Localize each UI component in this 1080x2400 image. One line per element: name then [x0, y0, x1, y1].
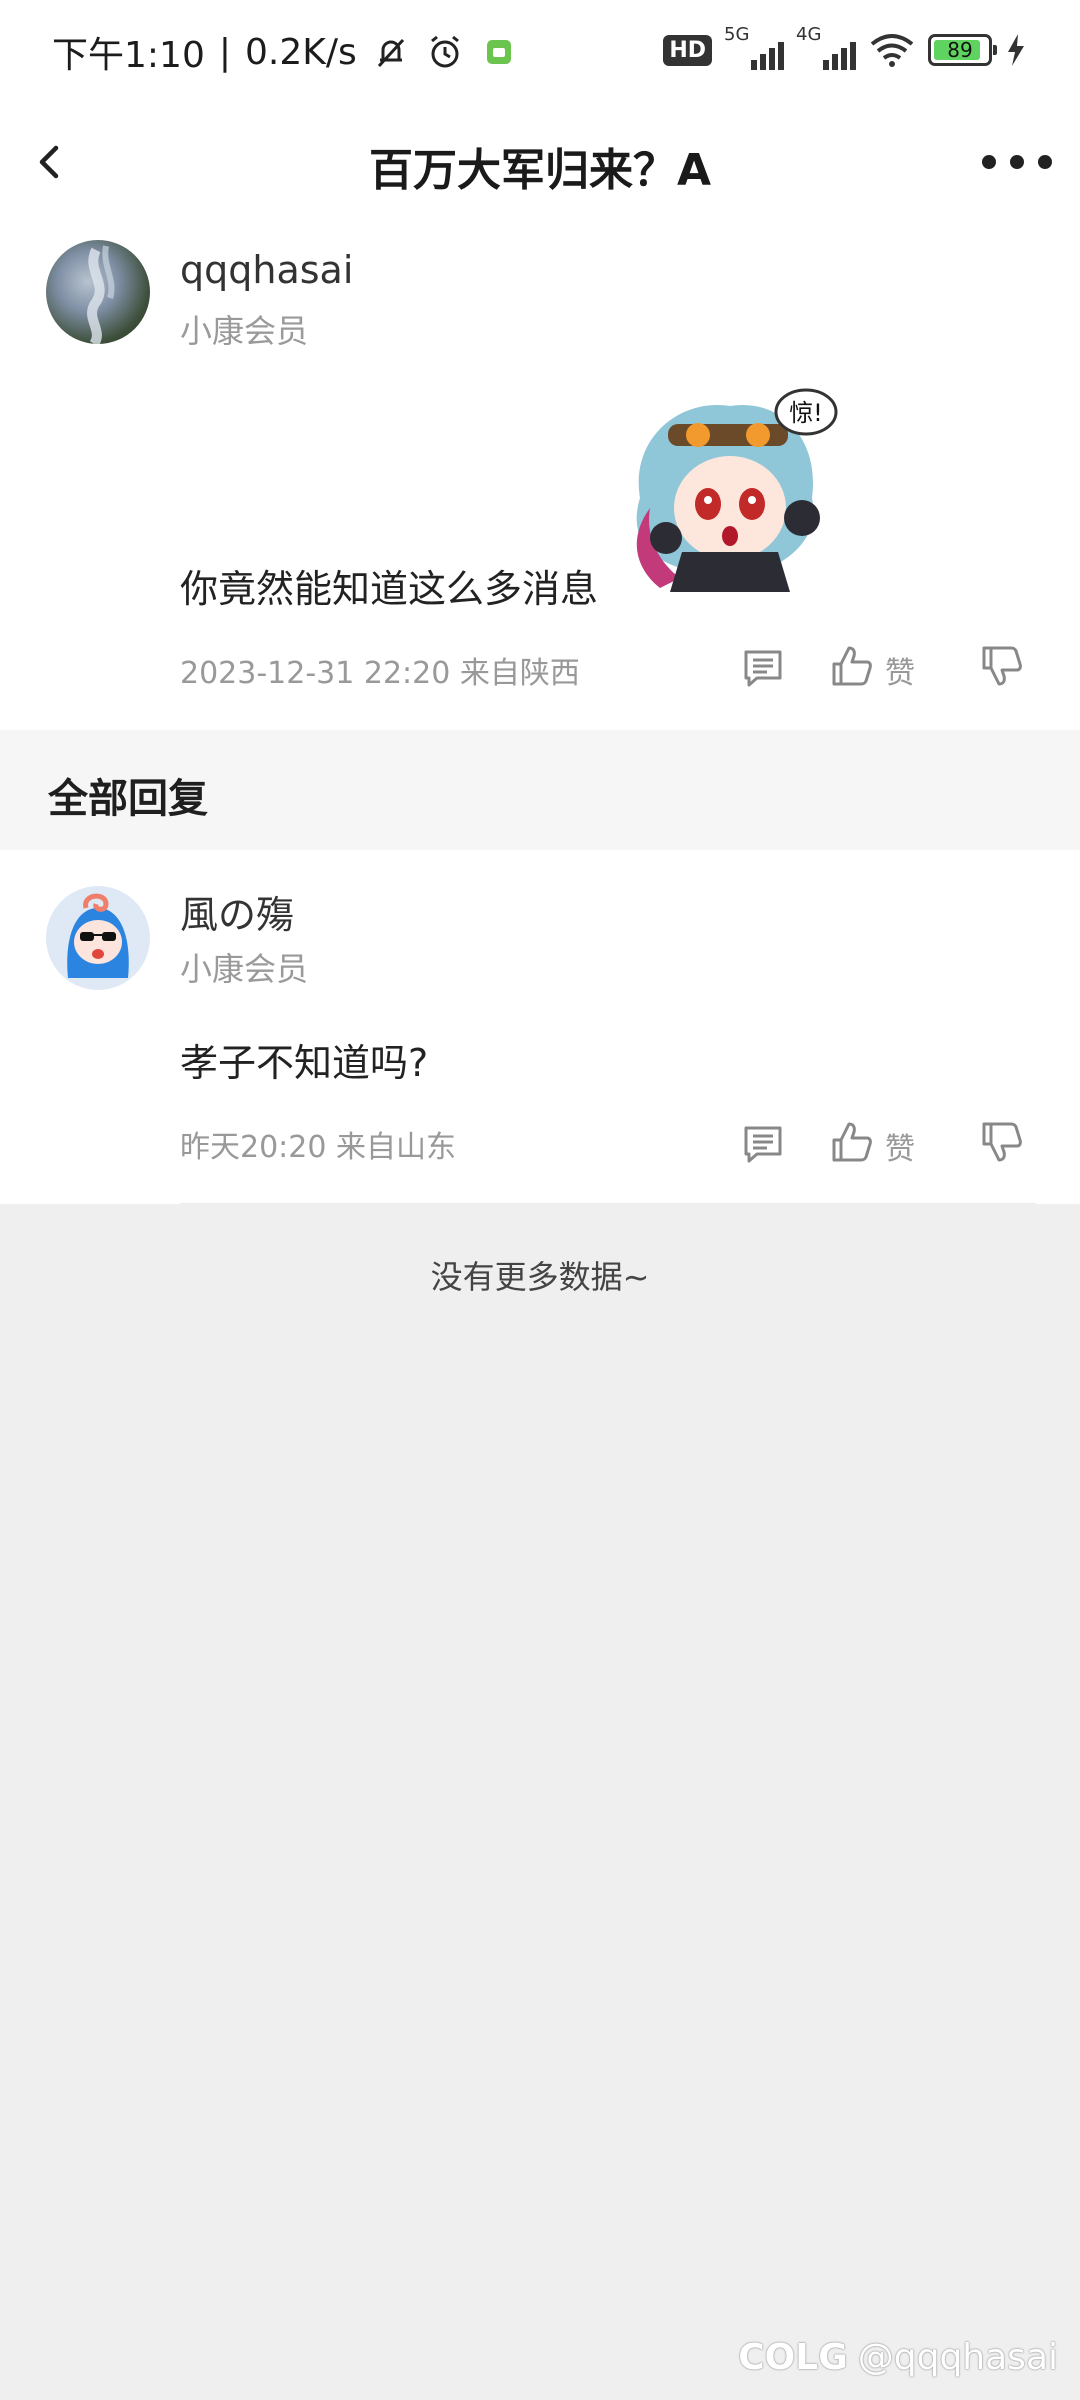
avatar[interactable] — [46, 240, 150, 344]
reply-username[interactable]: 風の殤 — [180, 884, 294, 939]
signal-5g-icon: 5G — [724, 24, 784, 70]
status-right: HD 5G 4G 89 — [663, 24, 1028, 70]
reply-user-level: 小康会员 — [180, 950, 309, 988]
net-5g-label: 5G — [724, 24, 750, 45]
like-label[interactable]: 赞 — [885, 648, 915, 692]
hd-badge: HD — [663, 34, 712, 66]
watermark-handle: @qqqhasai — [857, 2337, 1058, 2378]
watermark-logo: COLG — [738, 2337, 848, 2378]
divider — [180, 1203, 1036, 1204]
avatar-image — [87, 245, 115, 344]
alarm-icon — [430, 35, 459, 68]
reply-meta: 昨天20:20 来自山东 — [180, 1130, 456, 1165]
replies-section-header: 全部回复 — [0, 730, 1080, 850]
wifi-icon — [870, 34, 914, 67]
battery-percent: 89 — [947, 38, 973, 62]
status-bar: 下午1:10 | 0.2K/s HD 5G 4G 89 — [0, 0, 1080, 104]
status-left: 下午1:10 | 0.2K/s — [52, 26, 519, 78]
comment-icon[interactable] — [741, 646, 785, 690]
post-user-level: 小康会员 — [180, 312, 309, 350]
post-meta: 2023-12-31 22:20 来自陕西 — [180, 656, 580, 691]
post-username[interactable]: qqqhasai — [180, 248, 353, 292]
comment-icon[interactable] — [741, 1122, 785, 1166]
watermark: COLG @qqqhasai — [738, 2337, 1058, 2378]
status-speed: 0.2K/s — [244, 31, 357, 73]
thumb-down-icon[interactable] — [980, 644, 1024, 688]
status-divider: | — [218, 31, 231, 73]
net-4g-label: 4G — [796, 24, 822, 45]
top-nav-bar: 百万大军归来？A — [0, 104, 1080, 220]
more-dots-icon[interactable] — [982, 142, 1052, 182]
app-notification-icon — [486, 40, 511, 64]
post-content: 你竟然能知道这么多消息 — [180, 567, 599, 611]
replies-title: 全部回复 — [48, 776, 208, 822]
no-more-data: 没有更多数据~ — [430, 1258, 650, 1296]
thumb-up-icon[interactable] — [830, 1120, 874, 1164]
sticker-text: 惊! — [789, 399, 823, 427]
like-label[interactable]: 赞 — [885, 1124, 915, 1168]
post-card: qqqhasai 小康会员 你竟然能知道这么多消息 惊! 2023-12-31 … — [0, 220, 1080, 730]
avatar-image — [67, 893, 129, 978]
sticker-image: 惊! — [636, 388, 838, 592]
battery-icon: 89 — [928, 34, 997, 66]
thumb-down-icon[interactable] — [980, 1120, 1024, 1164]
thumb-up-icon[interactable] — [830, 644, 874, 688]
mute-bell-icon — [377, 38, 404, 68]
reply-item: 風の殤 小康会员 孝子不知道吗? 昨天20:20 来自山东 赞 — [0, 850, 1080, 1204]
charging-icon — [1008, 34, 1024, 66]
reply-content: 孝子不知道吗? — [180, 1041, 429, 1085]
page-title: 百万大军归来？A — [368, 145, 712, 196]
signal-4g-icon: 4G — [796, 24, 856, 70]
status-time: 下午1:10 — [52, 35, 205, 76]
avatar[interactable] — [46, 886, 150, 990]
